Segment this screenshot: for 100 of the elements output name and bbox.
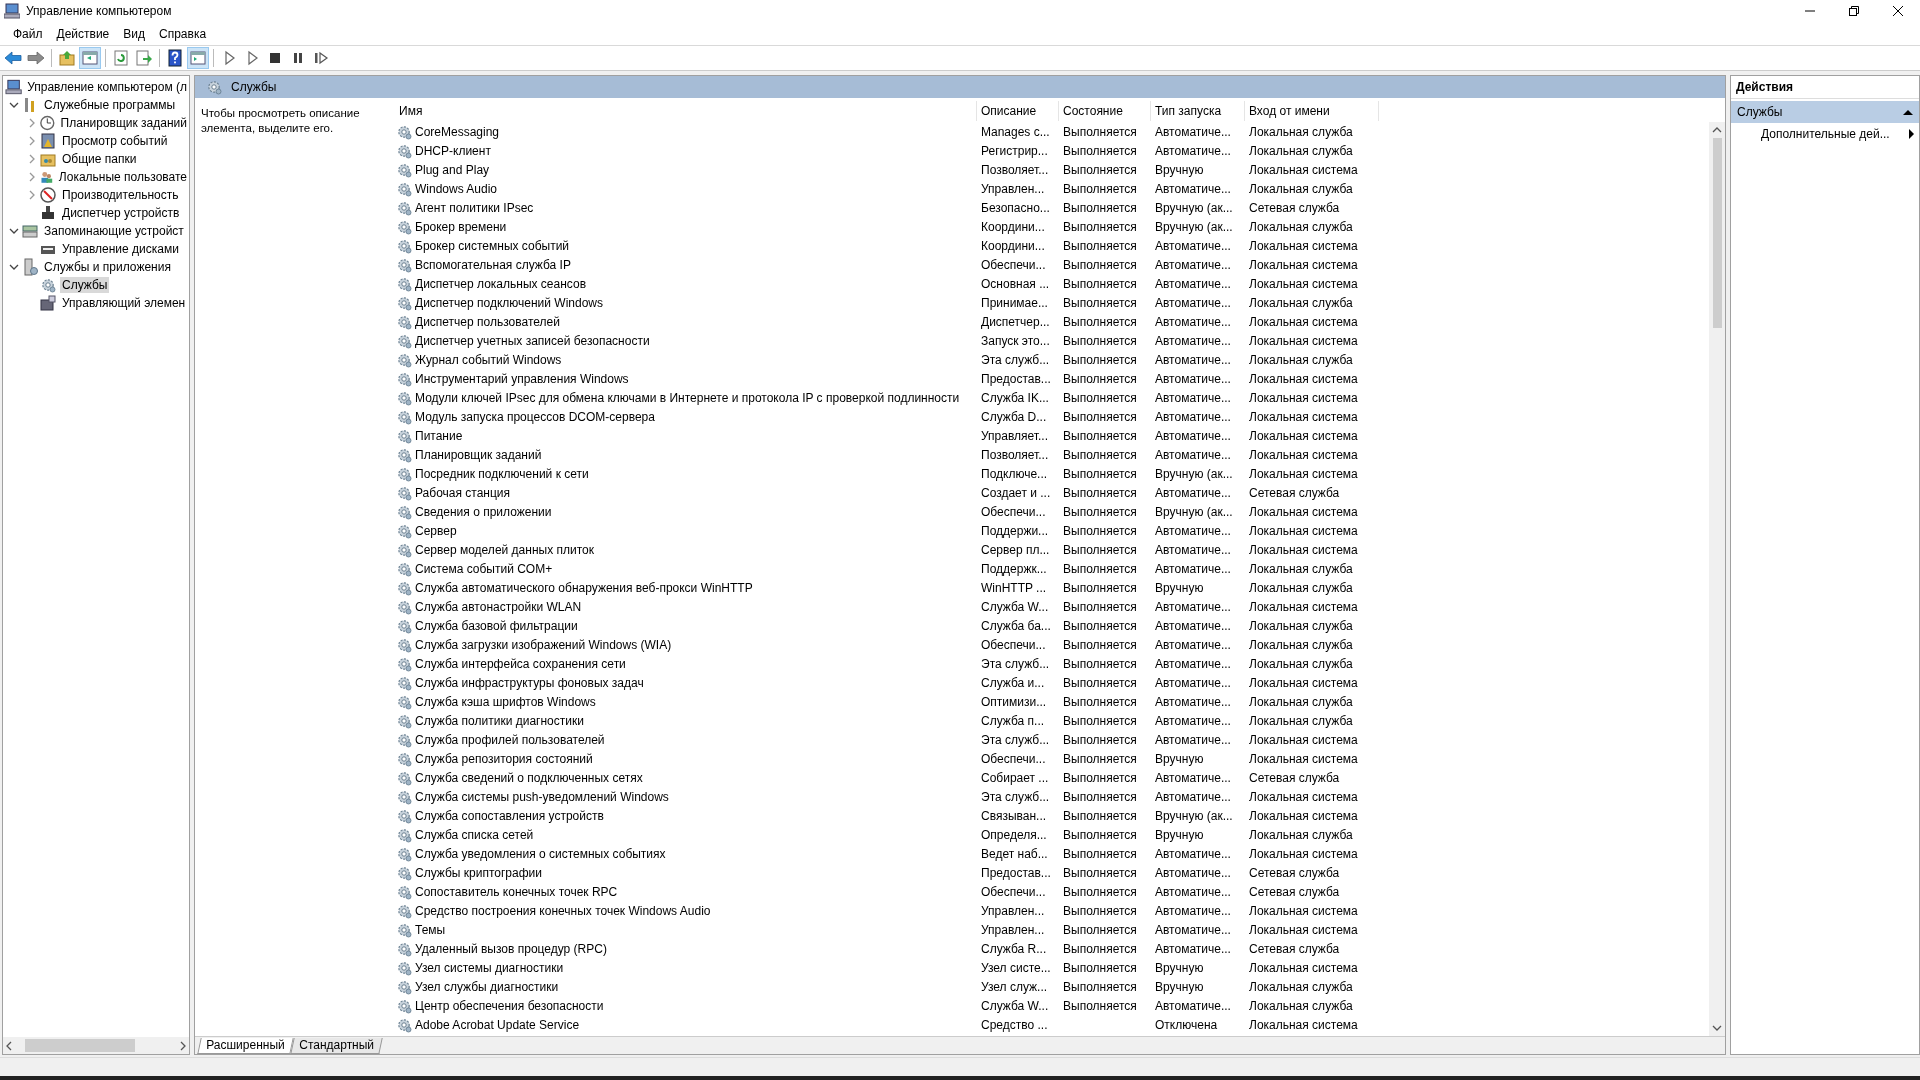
- table-cell: Принимае...: [981, 295, 1048, 310]
- pane-title: Службы: [231, 80, 277, 94]
- table-cell: Эта служб...: [981, 732, 1050, 747]
- table-cell: Локальная система: [1249, 447, 1358, 462]
- tree-item[interactable]: Запоминающие устройст: [42, 223, 186, 239]
- table-cell: Выполняется: [1063, 523, 1137, 538]
- service-name: Темы: [415, 922, 446, 937]
- table-cell: Автоматиче...: [1155, 599, 1231, 614]
- scroll-down-icon: [1712, 1024, 1722, 1032]
- table-cell: Выполняется: [1063, 276, 1137, 291]
- table-cell: Выполняется: [1063, 485, 1137, 500]
- computer-icon: [5, 78, 23, 96]
- table-cell: Локальная служба: [1249, 580, 1353, 595]
- service-name: Сведения о приложении: [415, 504, 552, 519]
- table-cell: Локальная система: [1249, 409, 1358, 424]
- table-cell: Выполняется: [1063, 599, 1137, 614]
- table-cell: Вручную (ак...: [1155, 504, 1233, 519]
- column-header[interactable]: Описание: [977, 101, 1059, 121]
- tree-item[interactable]: Общие папки: [60, 151, 139, 167]
- table-cell: Основная ...: [981, 276, 1050, 291]
- table-cell: Автоматиче...: [1155, 542, 1231, 557]
- service-name: Диспетчер локальных сеансов: [415, 276, 587, 291]
- tree-item[interactable]: Служебные программы: [42, 97, 178, 113]
- tree-item[interactable]: Управление компьютером (л: [25, 79, 189, 95]
- table-cell: Выполняется: [1063, 219, 1137, 234]
- tree-item[interactable]: Планировщик заданий: [58, 115, 189, 131]
- table-cell: Координи...: [981, 219, 1045, 234]
- table-cell: Диспетчер...: [981, 314, 1050, 329]
- export-list-button[interactable]: [133, 47, 155, 69]
- table-cell: Автоматиче...: [1155, 732, 1231, 747]
- table-cell: Локальная система: [1249, 922, 1358, 937]
- column-header[interactable]: Имя: [395, 101, 977, 121]
- service-name: Посредник подключений к сети: [415, 466, 589, 481]
- export-list-icon: [135, 49, 153, 67]
- table-cell: Автоматиче...: [1155, 295, 1231, 310]
- tree-item[interactable]: Управление дисками: [60, 241, 181, 257]
- table-cell: Автоматиче...: [1155, 941, 1231, 956]
- column-header[interactable]: Вход от имени: [1245, 101, 1379, 121]
- restore-icon: [1849, 6, 1859, 16]
- service-name: Службы криптографии: [415, 865, 542, 880]
- table-cell: Локальная служба: [1249, 295, 1353, 310]
- table-cell: Безопасно...: [981, 200, 1050, 215]
- service-name: Служба сведений о подключенных сетях: [415, 770, 643, 785]
- table-cell: Выполняется: [1063, 751, 1137, 766]
- vertical-scrollbar[interactable]: [1709, 122, 1725, 1036]
- column-header[interactable]: Тип запуска: [1151, 101, 1245, 121]
- menu-item[interactable]: Вид: [116, 24, 152, 43]
- table-cell: Локальная система: [1249, 371, 1358, 386]
- table-cell: Сетевая служба: [1249, 485, 1340, 500]
- tree-item[interactable]: Службы и приложения: [42, 259, 173, 275]
- table-cell: Эта служб...: [981, 352, 1050, 367]
- horizontal-scrollbar[interactable]: [3, 1037, 189, 1054]
- table-cell: Выполняется: [1063, 314, 1137, 329]
- table-cell: Обеспечи...: [981, 751, 1046, 766]
- table-cell: Автоматиче...: [1155, 352, 1231, 367]
- service-name: Adobe Acrobat Update Service: [415, 1017, 580, 1032]
- tree-pane-button[interactable]: [79, 47, 101, 69]
- service-name: Служба базовой фильтрации: [415, 618, 578, 633]
- service-name: Брокер времени: [415, 219, 507, 234]
- tree-item[interactable]: Управляющий элемен: [60, 295, 188, 311]
- table-cell: Локальная система: [1249, 846, 1358, 861]
- table-cell: Автоматиче...: [1155, 124, 1231, 139]
- scrollbar-thumb[interactable]: [25, 1039, 135, 1052]
- table-cell: Автоматиче...: [1155, 618, 1231, 633]
- help-icon: [166, 49, 184, 67]
- tree-item[interactable]: Просмотр событий: [60, 133, 170, 149]
- table-cell: Автоматиче...: [1155, 485, 1231, 500]
- action-link[interactable]: Дополнительные дей...: [1761, 127, 1890, 141]
- table-cell: Выполняется: [1063, 352, 1137, 367]
- service-name: Plug and Play: [415, 162, 490, 177]
- table-cell: Выполняется: [1063, 200, 1137, 215]
- table-cell: Служба и...: [981, 675, 1045, 690]
- table-cell: Автоматиче...: [1155, 523, 1231, 538]
- tree-item[interactable]: Локальные пользовате: [56, 169, 189, 185]
- table-cell: Выполняется: [1063, 542, 1137, 557]
- view-tab[interactable]: Расширенный: [197, 1038, 294, 1054]
- service-name: Сервер: [415, 523, 457, 538]
- menu-item[interactable]: Файл: [6, 24, 50, 43]
- server-icon: [21, 258, 39, 276]
- table-cell: Выполняется: [1063, 124, 1137, 139]
- table-cell: Автоматиче...: [1155, 181, 1231, 196]
- table-cell: Локальная система: [1249, 314, 1358, 329]
- table-cell: Координи...: [981, 238, 1045, 253]
- menu-item[interactable]: Действие: [49, 24, 117, 43]
- menu-item[interactable]: Справка: [152, 24, 214, 43]
- table-cell: Локальная система: [1249, 903, 1358, 918]
- tree-item[interactable]: Производительность: [60, 187, 181, 203]
- tree-item[interactable]: Диспетчер устройств: [60, 205, 182, 221]
- table-cell: Сервер пл...: [981, 542, 1050, 557]
- scrollbar-thumb[interactable]: [1713, 138, 1722, 328]
- column-header[interactable]: Состояние: [1059, 101, 1151, 121]
- actions-section[interactable]: Службы: [1731, 101, 1919, 123]
- table-cell: Локальная служба: [1249, 637, 1353, 652]
- service-name: Служба автонастройки WLAN: [415, 599, 582, 614]
- table-cell: Управлен...: [981, 922, 1045, 937]
- event-log-icon: [39, 132, 57, 150]
- tree-item[interactable]: Службы: [60, 277, 110, 293]
- view-tab[interactable]: Стандартный: [289, 1038, 383, 1054]
- table-cell: Локальная служба: [1249, 124, 1353, 139]
- service-name: Рабочая станция: [415, 485, 511, 500]
